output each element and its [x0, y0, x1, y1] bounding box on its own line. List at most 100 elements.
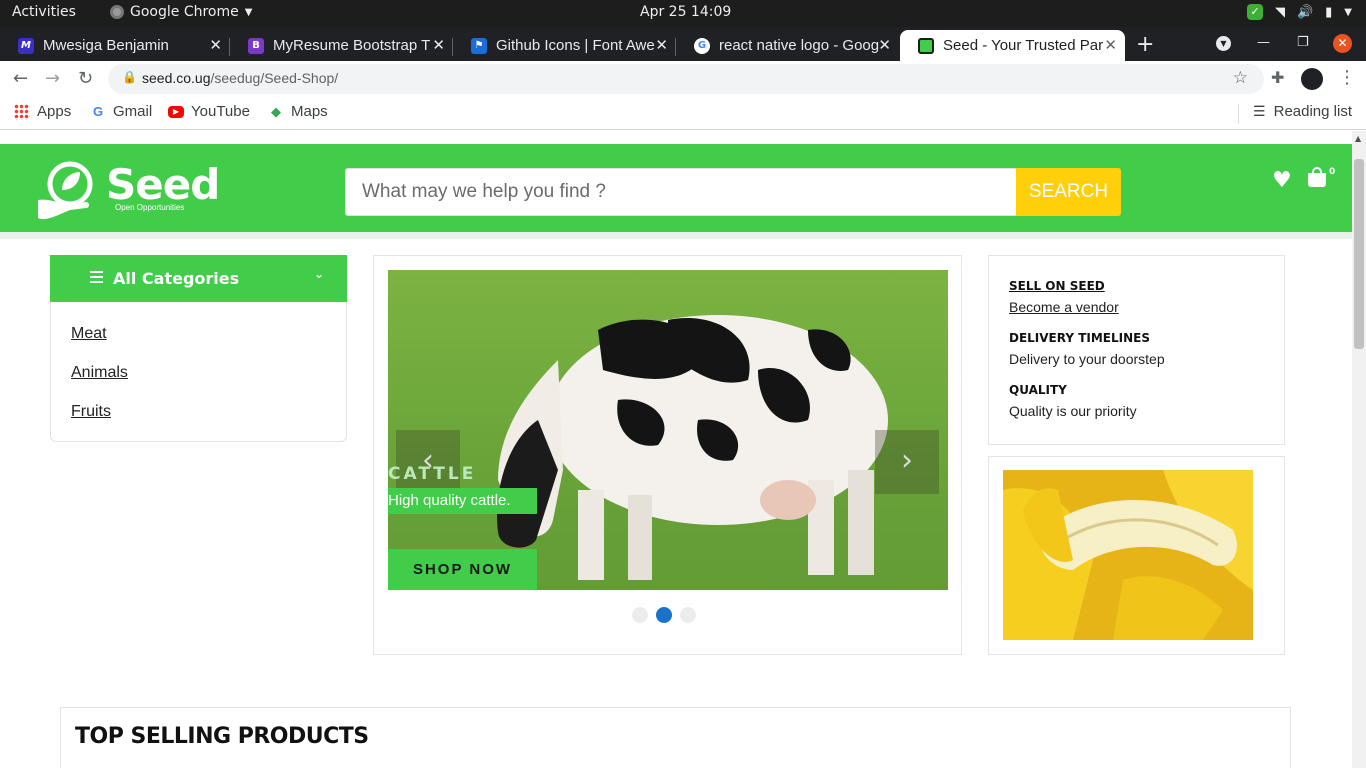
- shield-check-icon[interactable]: ✓: [1246, 4, 1263, 20]
- banana-illustration: [1003, 470, 1253, 640]
- chrome-icon: [110, 5, 124, 19]
- activities-button[interactable]: Activities: [12, 4, 76, 20]
- tab-search-icon[interactable]: ▼: [1216, 36, 1231, 51]
- address-bar[interactable]: 🔒 seed.co.ug/seedug/Seed-Shop/ ☆: [108, 64, 1264, 94]
- seed-logo[interactable]: Seed Open Opportunities: [36, 160, 220, 224]
- close-icon[interactable]: ✕: [655, 36, 668, 54]
- url-host: seed.co.ug: [142, 70, 211, 86]
- google-icon: G: [694, 37, 710, 54]
- wishlist-heart-icon[interactable]: ♥: [1272, 168, 1292, 193]
- caret-down-icon: ▼: [244, 6, 253, 18]
- window-close-button[interactable]: ✕: [1333, 34, 1352, 53]
- info-panel: SELL ON SEED Become a vendor DELIVERY TI…: [988, 255, 1285, 445]
- tab-strip: M Mwesiga Benjamin ✕ B MyResume Bootstra…: [0, 27, 1366, 61]
- chevron-down-icon: ⌄: [314, 267, 325, 281]
- become-vendor-link[interactable]: Become a vendor: [1009, 299, 1119, 315]
- menu-kebab-icon[interactable]: ⋮: [1338, 67, 1356, 88]
- google-icon: G: [92, 103, 104, 119]
- reading-list-icon: ☰: [1253, 103, 1266, 119]
- all-categories-toggle[interactable]: All Categories ⌄: [50, 255, 347, 302]
- bookmark-maps[interactable]: ◆ Maps: [268, 103, 328, 120]
- url-path: /seedug/Seed-Shop/: [210, 70, 339, 86]
- tab-favicon-icon: M: [18, 37, 34, 54]
- forward-icon[interactable]: →: [45, 68, 60, 89]
- delivery-text: Delivery to your doorstep: [1009, 351, 1165, 367]
- shop-now-button[interactable]: SHOP NOW: [388, 549, 537, 590]
- tab-myresume[interactable]: B MyResume Bootstrap T ✕: [230, 30, 453, 61]
- close-icon[interactable]: ✕: [878, 36, 891, 54]
- carousel-indicator-3[interactable]: [680, 607, 696, 623]
- tab-title: Mwesiga Benjamin: [43, 37, 169, 54]
- sell-on-seed-link[interactable]: SELL ON SEED: [1009, 279, 1105, 293]
- lock-icon[interactable]: 🔒: [122, 70, 137, 84]
- tab-title: react native logo - Goog: [719, 37, 879, 54]
- quality-text: Quality is our priority: [1009, 403, 1137, 419]
- carousel-next-button[interactable]: ›: [875, 430, 939, 494]
- caret-down-icon: ▼: [1344, 6, 1352, 18]
- close-icon[interactable]: ✕: [209, 36, 222, 54]
- tab-title: Github Icons | Font Awe: [496, 37, 655, 54]
- system-tray[interactable]: ✓ ◥ 🔊 ▮ ▼: [1246, 4, 1352, 20]
- page-viewport: Seed Open Opportunities SEARCH ♥ 0 All C…: [0, 131, 1352, 768]
- category-link-meat[interactable]: Meat: [71, 325, 107, 343]
- new-tab-button[interactable]: +: [1136, 32, 1154, 57]
- cow-illustration: [388, 270, 948, 590]
- category-link-fruits[interactable]: Fruits: [71, 403, 111, 421]
- slide-image-cow: ‹ ›: [388, 270, 948, 590]
- reload-icon[interactable]: ↻: [78, 68, 93, 89]
- bookmarks-bar: Apps G Gmail ▶ YouTube ◆ Maps ☰ Reading …: [0, 97, 1366, 130]
- top-selling-section: TOP SELLING PRODUCTS: [60, 707, 1291, 768]
- search-button[interactable]: SEARCH: [1016, 168, 1121, 216]
- delivery-heading: DELIVERY TIMELINES: [1009, 331, 1150, 345]
- system-top-bar: Activities Google Chrome ▼ Apr 25 14:09 …: [0, 0, 1366, 27]
- brand-name: Seed: [106, 160, 220, 209]
- reading-list-label: Reading list: [1273, 103, 1352, 120]
- close-icon[interactable]: ✕: [432, 36, 445, 54]
- hero-carousel: ‹ › CATTLE High quality cattle. SHOP NOW: [373, 255, 962, 655]
- promo-panel: [988, 456, 1285, 655]
- carousel-indicator-2[interactable]: [656, 607, 672, 623]
- categories-panel: All Categories ⌄ Meat Animals Fruits: [50, 255, 347, 442]
- close-icon[interactable]: ✕: [1104, 36, 1117, 54]
- cart-button[interactable]: 0: [1306, 165, 1335, 191]
- scrollbar-thumb[interactable]: [1354, 159, 1364, 349]
- bookmark-label: Maps: [291, 103, 328, 120]
- tab-title: MyResume Bootstrap T: [273, 37, 431, 54]
- divider: [1238, 104, 1239, 124]
- promo-image-banana[interactable]: [1003, 470, 1253, 640]
- seed-hand-leaf-icon: [38, 161, 93, 220]
- volume-icon: 🔊: [1296, 4, 1314, 20]
- tab-react-native[interactable]: G react native logo - Goog ✕: [676, 30, 899, 61]
- battery-icon: ▮: [1325, 4, 1333, 20]
- bookmark-youtube[interactable]: ▶ YouTube: [168, 103, 250, 120]
- url-text[interactable]: seed.co.ug/seedug/Seed-Shop/: [142, 70, 338, 86]
- app-menu[interactable]: Google Chrome ▼: [110, 4, 252, 20]
- extensions-puzzle-icon[interactable]: ✚: [1271, 68, 1284, 87]
- category-link-animals[interactable]: Animals: [71, 364, 128, 382]
- bookmark-star-icon[interactable]: ☆: [1233, 68, 1248, 88]
- tab-mwesiga[interactable]: M Mwesiga Benjamin ✕: [0, 30, 230, 61]
- scroll-up-arrow-icon[interactable]: ▲: [1355, 134, 1361, 143]
- clock[interactable]: Apr 25 14:09: [640, 4, 731, 20]
- minimize-icon[interactable]: —: [1257, 35, 1270, 50]
- slide-subtitle: High quality cattle.: [388, 488, 537, 514]
- hamburger-icon: [90, 271, 103, 283]
- maps-pin-icon: ◆: [271, 103, 281, 119]
- reading-list-button[interactable]: ☰ Reading list: [1253, 103, 1352, 120]
- maximize-icon[interactable]: ❐: [1297, 35, 1309, 50]
- page-scrollbar[interactable]: ▲: [1352, 131, 1366, 768]
- profile-avatar[interactable]: [1301, 68, 1323, 90]
- tab-github-icons[interactable]: ⚑ Github Icons | Font Awe ✕: [453, 30, 676, 61]
- back-icon[interactable]: ←: [13, 68, 28, 89]
- bookmark-label: Apps: [37, 103, 72, 120]
- carousel-indicator-1[interactable]: [632, 607, 648, 623]
- app-name: Google Chrome: [130, 4, 239, 20]
- youtube-icon: ▶: [168, 105, 184, 118]
- carousel-prev-button[interactable]: ‹: [396, 430, 460, 494]
- browser-toolbar: ← → ↻ 🔒 seed.co.ug/seedug/Seed-Shop/ ☆: [0, 61, 1366, 97]
- bookmark-gmail[interactable]: G Gmail: [90, 103, 152, 120]
- tab-seed-active[interactable]: Seed - Your Trusted Par ✕: [900, 30, 1125, 61]
- search-input[interactable]: [345, 168, 1017, 216]
- bookmark-apps[interactable]: Apps: [14, 103, 71, 120]
- cart-bag-body: [1308, 173, 1326, 187]
